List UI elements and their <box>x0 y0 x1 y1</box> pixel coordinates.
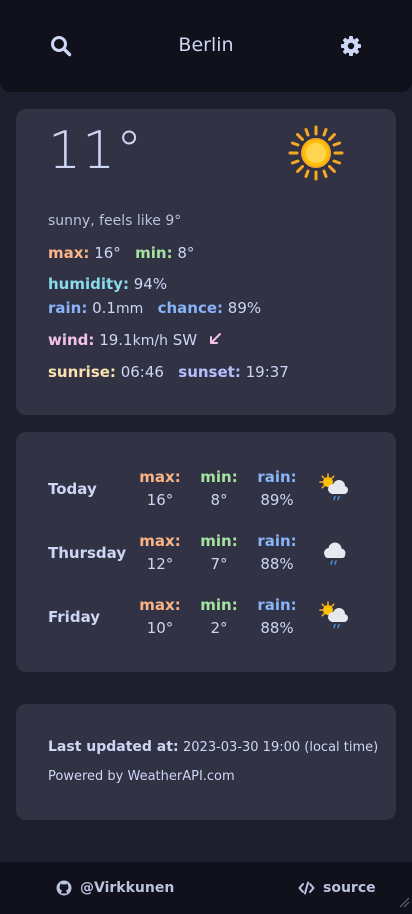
sun-times-row: sunrise: 06:46 sunset: 19:37 <box>48 363 289 381</box>
min-max-row: max: 16° min: 8° <box>48 244 194 262</box>
app-footer: @Virkkunen source <box>0 862 412 914</box>
rain-row: rain: 0.1mm chance: 89% <box>48 299 261 317</box>
cloud-rain-icon <box>318 538 350 570</box>
forecast-rain: rain: 88% <box>254 532 300 573</box>
rain-value: 88% <box>260 619 294 637</box>
rain-value: 89% <box>260 491 294 509</box>
wind-direction: SW <box>172 331 198 349</box>
max-value: 12° <box>146 555 174 573</box>
max-label: max: <box>48 244 90 262</box>
rain-unit: mm <box>115 301 144 317</box>
condition-text: sunny, feels like 9° <box>48 213 182 229</box>
rain-value: 88% <box>260 555 294 573</box>
current-weather-card: 11° sunny, feels like 9° max: 16° min: 8… <box>16 109 396 415</box>
sun-cloud-rain-icon <box>318 472 350 504</box>
rain-label: rain: <box>257 468 297 486</box>
wind-row: wind: 19.1km/h SW <box>48 331 222 350</box>
powered-by[interactable]: Powered by WeatherAPI.com <box>48 769 235 784</box>
sunset-label: sunset: <box>178 363 241 381</box>
rain-label: rain: <box>48 299 88 317</box>
min-value: 2° <box>210 619 228 637</box>
last-updated-label: Last updated at: <box>48 739 179 755</box>
forecast-card: Today max: 16° min: 8° rain: 89% Thursda… <box>16 432 396 672</box>
app-header: Berlin <box>0 0 412 92</box>
last-updated-value: 2023-03-30 19:00 (local time) <box>183 740 379 755</box>
humidity-label: humidity: <box>48 275 129 293</box>
min-value: 7° <box>210 555 228 573</box>
forecast-min: min: 8° <box>196 468 242 509</box>
sunrise-label: sunrise: <box>48 363 116 381</box>
max-label: max: <box>139 468 181 486</box>
min-value: 8° <box>177 244 195 262</box>
github-author: @Virkkunen <box>80 880 175 896</box>
forecast-day-name: Thursday <box>48 544 127 562</box>
github-icon <box>56 880 72 896</box>
rain-label: rain: <box>257 532 297 550</box>
max-value: 16° <box>94 244 121 262</box>
min-label: min: <box>200 468 238 486</box>
forecast-max: max: 16° <box>136 468 184 509</box>
chance-label: chance: <box>157 299 224 317</box>
gear-icon[interactable] <box>338 33 364 59</box>
forecast-max: max: 12° <box>136 532 184 573</box>
rain-value: 0.1 <box>92 299 116 317</box>
sunset-value: 19:37 <box>245 363 289 381</box>
source-label: source <box>323 880 376 896</box>
current-temperature: 11° <box>48 121 144 181</box>
humidity-row: humidity: 94% <box>48 275 167 293</box>
resize-handle-icon[interactable] <box>398 893 410 912</box>
max-value: 10° <box>146 619 174 637</box>
rain-label: rain: <box>257 596 297 614</box>
github-link[interactable]: @Virkkunen <box>56 880 174 896</box>
forecast-rain: rain: 89% <box>254 468 300 509</box>
last-updated: Last updated at: 2023-03-30 19:00 (local… <box>48 739 378 755</box>
forecast-min: min: 7° <box>196 532 242 573</box>
humidity-value: 94% <box>133 275 168 293</box>
forecast-day-name: Friday <box>48 608 101 626</box>
sun-cloud-rain-icon <box>318 600 350 632</box>
min-label: min: <box>135 244 173 262</box>
sunrise-value: 06:46 <box>120 363 164 381</box>
info-card: Last updated at: 2023-03-30 19:00 (local… <box>16 704 396 820</box>
sun-icon <box>288 125 344 181</box>
chance-value: 89% <box>227 299 262 317</box>
wind-value: 19.1 <box>99 331 133 349</box>
min-label: min: <box>200 532 238 550</box>
wind-unit: km/h <box>132 333 168 349</box>
forecast-rain: rain: 88% <box>254 596 300 637</box>
code-icon <box>298 881 315 895</box>
wind-label: wind: <box>48 331 95 349</box>
max-value: 16° <box>146 491 174 509</box>
source-link[interactable]: source <box>298 880 376 896</box>
min-value: 8° <box>210 491 228 509</box>
forecast-max: max: 10° <box>136 596 184 637</box>
forecast-day-name: Today <box>48 480 97 498</box>
min-label: min: <box>200 596 238 614</box>
max-label: max: <box>139 532 181 550</box>
wind-arrow-icon <box>208 332 222 350</box>
forecast-min: min: 2° <box>196 596 242 637</box>
max-label: max: <box>139 596 181 614</box>
